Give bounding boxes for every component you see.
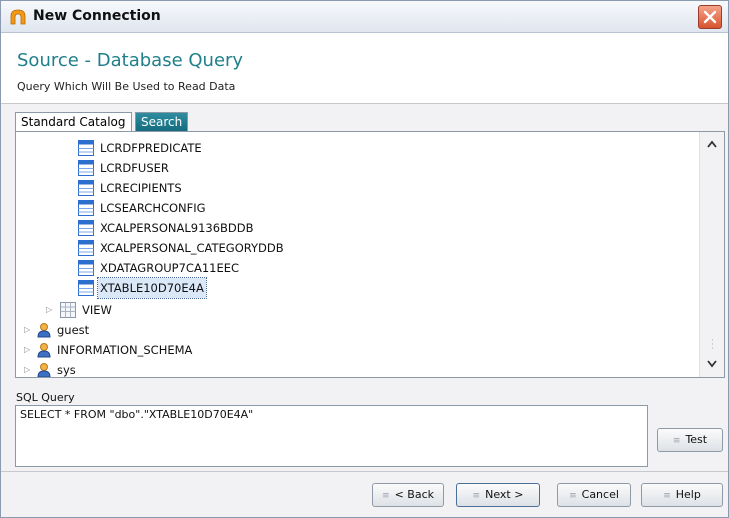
button-grip-icon: ≡ [382, 491, 390, 501]
table-label: XCALPERSONAL_CATEGORYDDB [100, 241, 284, 255]
table-label: LCRDFUSER [100, 161, 169, 175]
schema-label: INFORMATION_SCHEMA [57, 343, 193, 357]
expand-arrow-icon[interactable]: ▷ [24, 340, 30, 360]
table-icon [78, 140, 94, 156]
table-label: XCALPERSONAL9136BDDB [100, 221, 254, 235]
button-grip-icon: ≡ [672, 436, 681, 446]
test-button[interactable]: ≡ Test [657, 428, 723, 452]
expand-arrow-icon[interactable]: ▷ [24, 360, 30, 377]
next-button[interactable]: ≡ Next > [456, 483, 540, 507]
table-icon [78, 180, 94, 196]
next-button-label: Next > [485, 488, 524, 501]
cancel-button[interactable]: ≡ Cancel [557, 483, 631, 507]
expand-arrow-icon[interactable]: ▷ [46, 300, 52, 320]
button-grip-icon: ≡ [663, 491, 671, 501]
view-grid-icon [60, 302, 76, 318]
help-button-label: Help [675, 488, 701, 501]
view-label: VIEW [82, 303, 112, 317]
table-icon [78, 280, 94, 296]
wizard-header: Source - Database Query Query Which Will… [1, 33, 728, 104]
table-label: LCRECIPIENTS [100, 181, 182, 195]
scroll-down-arrow-icon[interactable] [707, 360, 717, 368]
table-icon [78, 220, 94, 236]
new-connection-dialog: New Connection Source - Database Query Q… [0, 0, 729, 518]
back-button[interactable]: ≡ < Back [372, 483, 444, 507]
table-label: XDATAGROUP7CA11EEC [100, 261, 240, 275]
catalog-tree[interactable]: LCRDFPREDICATE LCRDFUSER LCRECIPIENTS LC… [16, 132, 699, 377]
button-grip-icon: ≡ [569, 491, 577, 501]
table-label: LCRDFPREDICATE [100, 141, 202, 155]
tree-scrollbar[interactable]: · · · [699, 132, 724, 377]
catalog-tree-panel: LCRDFPREDICATE LCRDFUSER LCRECIPIENTS LC… [15, 131, 725, 378]
scroll-grip-icon[interactable]: · · · [711, 337, 714, 354]
expand-arrow-icon[interactable]: ▷ [24, 320, 30, 340]
button-grip-icon: ≡ [472, 491, 481, 501]
window-title: New Connection [33, 8, 161, 24]
table-icon [78, 260, 94, 276]
cancel-button-label: Cancel [581, 488, 619, 501]
table-icon [78, 160, 94, 176]
tab-standard-catalog[interactable]: Standard Catalog [15, 112, 132, 132]
table-label: LCSEARCHCONFIG [100, 201, 206, 215]
table-label: XTABLE10D70E4A [97, 277, 207, 299]
page-title: Source - Database Query [17, 50, 244, 71]
user-schema-icon [37, 343, 51, 358]
tab-search[interactable]: Search [135, 112, 189, 132]
user-schema-icon [37, 363, 51, 377]
table-icon [78, 200, 94, 216]
page-subtitle: Query Which Will Be Used to Read Data [17, 80, 236, 93]
close-button[interactable] [698, 5, 722, 29]
help-button[interactable]: ≡ Help [641, 483, 723, 507]
back-button-label: < Back [394, 488, 434, 501]
test-button-label: Test [685, 433, 708, 446]
schema-label: sys [57, 363, 76, 377]
arch-icon [10, 9, 26, 25]
title-bar[interactable]: New Connection [1, 1, 728, 33]
user-schema-icon [37, 323, 51, 338]
sql-query-text: SELECT * FROM "dbo"."XTABLE10D70E4A" [20, 408, 254, 421]
sql-query-label: SQL Query [16, 391, 75, 404]
sql-query-textarea[interactable]: SELECT * FROM "dbo"."XTABLE10D70E4A" [15, 405, 648, 467]
schema-label: guest [57, 323, 90, 337]
footer-divider [1, 471, 728, 472]
close-icon [703, 10, 717, 24]
scroll-up-arrow-icon[interactable] [707, 140, 717, 148]
table-icon [78, 240, 94, 256]
